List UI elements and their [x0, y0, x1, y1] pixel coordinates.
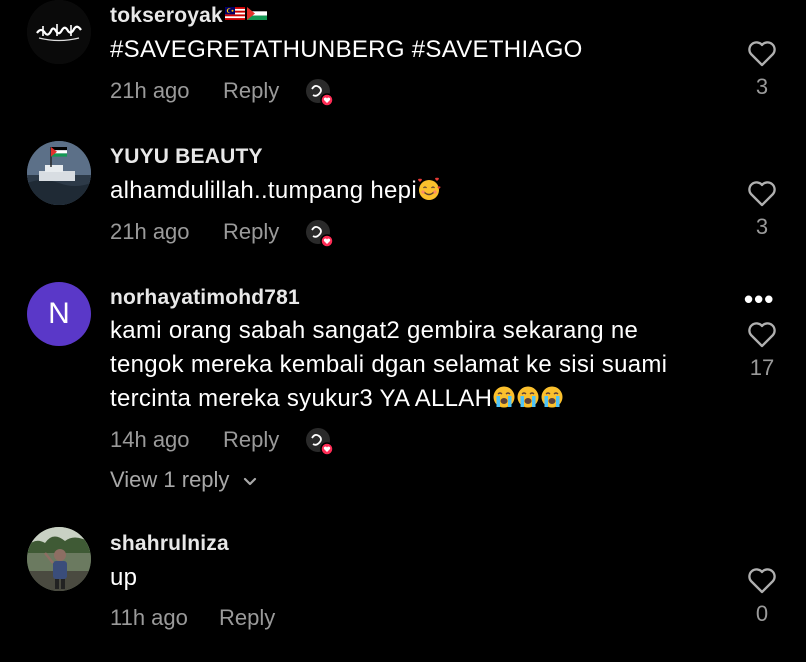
like-column: 17	[742, 321, 782, 381]
username[interactable]: norhayatimohd781	[110, 286, 300, 310]
comment-text: alhamdulillah..tumpang hepi	[110, 173, 441, 208]
reply-button[interactable]: Reply	[223, 78, 279, 104]
like-count: 17	[749, 355, 775, 380]
like-column: 0	[742, 567, 782, 627]
comment-time: 14h ago	[110, 427, 190, 452]
reply-button[interactable]: Reply	[223, 427, 279, 453]
like-column: 3	[742, 40, 782, 100]
like-count: 3	[755, 74, 769, 99]
calligraphy-logo-icon	[27, 0, 91, 64]
avatar[interactable]: N	[27, 282, 91, 346]
avatar-letter: N	[48, 297, 70, 330]
palestine-flag-icon	[246, 7, 267, 20]
comment-time: 21h ago	[110, 78, 190, 103]
comment-text: up	[110, 564, 138, 591]
avatar-image	[27, 141, 91, 205]
like-count: 0	[755, 601, 769, 626]
creator-liked-icon	[306, 428, 333, 455]
loudly-crying-face-emoji	[493, 386, 515, 408]
comment-text-line: tengok mereka kembali dgan selamat ke si…	[110, 351, 668, 378]
creator-liked-icon	[306, 79, 333, 106]
comment-text: #SAVEGRETATHUNBERG #SAVETHIAGO	[110, 36, 583, 63]
like-column: 3	[742, 180, 782, 240]
avatar[interactable]	[27, 527, 91, 591]
like-count: 3	[755, 214, 769, 239]
heart-outline-icon[interactable]	[747, 321, 777, 349]
chevron-down-icon	[243, 477, 256, 486]
comment-time: 21h ago	[110, 219, 190, 244]
avatar[interactable]	[27, 0, 91, 64]
avatar[interactable]	[27, 141, 91, 205]
username[interactable]: YUYU BEAUTY	[110, 145, 263, 169]
avatar-image	[27, 527, 91, 591]
comment-time: 11h ago	[110, 605, 188, 630]
username[interactable]: shahrulniza	[110, 532, 229, 556]
heart-outline-icon[interactable]	[747, 567, 777, 595]
comment-text-line: tercinta mereka syukur3 YA ALLAH	[110, 381, 564, 416]
reply-button[interactable]: Reply	[219, 605, 275, 631]
comment-text-line: kami orang sabah sangat2 gembira sekaran…	[110, 317, 639, 344]
view-replies-button[interactable]: View 1 reply	[110, 467, 258, 493]
reply-button[interactable]: Reply	[223, 219, 279, 245]
smiling-face-with-hearts-emoji	[417, 177, 441, 200]
heart-outline-icon[interactable]	[747, 180, 777, 208]
loudly-crying-face-emoji	[541, 386, 563, 408]
creator-liked-icon	[306, 220, 333, 247]
username[interactable]: tokseroyak	[110, 4, 267, 28]
malaysia-flag-icon	[224, 7, 245, 20]
more-options-button[interactable]: •••	[744, 286, 774, 312]
heart-outline-icon[interactable]	[747, 40, 777, 68]
loudly-crying-face-emoji	[517, 386, 539, 408]
